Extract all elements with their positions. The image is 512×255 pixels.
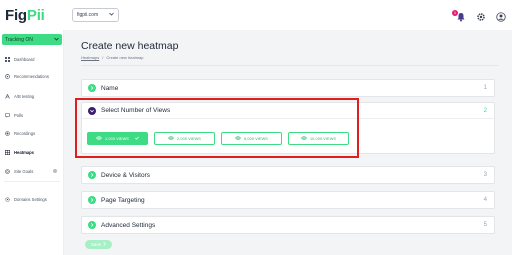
panel-name[interactable]: Name 1: [81, 79, 495, 97]
sidebar-divider: [4, 181, 60, 182]
sidebar-item-dashboard[interactable]: Dashboard: [0, 54, 64, 64]
chevron-right-icon: [88, 84, 96, 92]
site-selector[interactable]: figpii.com: [72, 8, 119, 22]
title-divider: [81, 65, 499, 66]
sidebar-item-site-goals[interactable]: Site Goals: [0, 166, 64, 176]
chevron-down-icon: [109, 12, 114, 18]
breadcrumb-link-heatmaps[interactable]: Heatmaps: [81, 55, 99, 60]
step-number: 3: [483, 172, 487, 178]
logo-text-main: Fig: [5, 7, 27, 24]
step-number: 2: [483, 107, 487, 114]
panel-name-header[interactable]: Name 1: [82, 80, 494, 96]
heatmaps-icon: [5, 149, 10, 155]
account-button[interactable]: [496, 9, 506, 22]
panel-device-visitors[interactable]: Device & Visitors 3: [81, 166, 495, 184]
sidebar-item-label: Domains Settings: [14, 196, 47, 202]
panel-targeting-header[interactable]: Page Targeting 4: [82, 192, 494, 208]
sidebar-item-label: Site Goals: [14, 168, 34, 174]
panel-page-targeting[interactable]: Page Targeting 4: [81, 191, 495, 209]
panel-title: Page Targeting: [101, 196, 145, 204]
chevron-right-icon: [103, 242, 106, 247]
add-site-goal-icon[interactable]: [53, 169, 57, 173]
sidebar-item-label: Recommendations: [14, 73, 49, 79]
sidebar: Tracking ON Dashboard Recommendations A/…: [0, 30, 64, 255]
panel-advanced-header[interactable]: Advanced Settings 5: [82, 217, 494, 233]
sidebar-item-label: A/B testing: [14, 93, 35, 99]
tracking-toggle-button[interactable]: Tracking ON: [2, 34, 62, 45]
sidebar-item-ab-testing[interactable]: A/B testing: [0, 91, 64, 101]
step-number: 5: [483, 222, 487, 228]
logo-text-accent: Pii: [26, 7, 45, 24]
breadcrumb-separator: /: [102, 55, 104, 60]
sidebar-item-label: Polls: [14, 112, 24, 118]
chevron-right-icon: [88, 171, 96, 179]
top-bar: FigPii figpii.com 1: [0, 0, 512, 30]
panel-device-header[interactable]: Device & Visitors 3: [82, 167, 494, 183]
notifications-button[interactable]: 1: [452, 9, 466, 22]
panel-title: Name: [101, 84, 119, 92]
sidebar-item-label: Dashboard: [14, 56, 35, 62]
breadcrumb: Heatmaps / Create new heatmap: [81, 55, 144, 60]
chevron-down-icon: [54, 37, 59, 43]
ab-testing-icon: [5, 93, 10, 99]
chevron-right-icon: [88, 221, 96, 229]
sidebar-item-label: Heatmaps: [14, 149, 35, 155]
recommendations-icon: [5, 73, 10, 79]
sidebar-item-label: Recordings: [14, 130, 36, 136]
tracking-label: Tracking ON: [5, 36, 33, 43]
sidebar-item-recordings[interactable]: Recordings: [0, 128, 64, 138]
site-selector-value: figpii.com: [77, 12, 99, 18]
sidebar-item-recommendations[interactable]: Recommendations: [0, 71, 64, 81]
polls-icon: [5, 112, 10, 118]
step-number: 1: [483, 85, 487, 91]
figpii-logo[interactable]: FigPii: [5, 7, 45, 24]
gear-icon: [477, 13, 485, 21]
save-button[interactable]: Save: [85, 240, 112, 249]
panel-title: Advanced Settings: [101, 221, 156, 229]
sidebar-item-domains-settings[interactable]: Domains Settings: [0, 194, 64, 204]
user-avatar-icon: [496, 12, 506, 22]
sidebar-item-heatmaps[interactable]: Heatmaps: [0, 147, 64, 157]
sidebar-item-polls[interactable]: Polls: [0, 110, 64, 120]
notification-badge: 1: [452, 10, 458, 16]
recordings-icon: [5, 130, 10, 136]
highlight-annotation: [75, 98, 359, 158]
chevron-right-icon: [88, 196, 96, 204]
step-number: 4: [483, 197, 487, 203]
dashboard-icon: [5, 56, 10, 62]
breadcrumb-current: Create new heatmap: [106, 55, 144, 60]
save-button-label: Save: [90, 242, 102, 247]
settings-button[interactable]: [476, 9, 486, 21]
page-title: Create new heatmap: [81, 40, 179, 52]
panel-advanced-settings[interactable]: Advanced Settings 5: [81, 216, 495, 234]
top-right-icons: 1: [452, 9, 506, 22]
site-goals-icon: [5, 168, 10, 174]
domains-settings-icon: [5, 196, 10, 202]
panel-title: Device & Visitors: [101, 171, 151, 179]
